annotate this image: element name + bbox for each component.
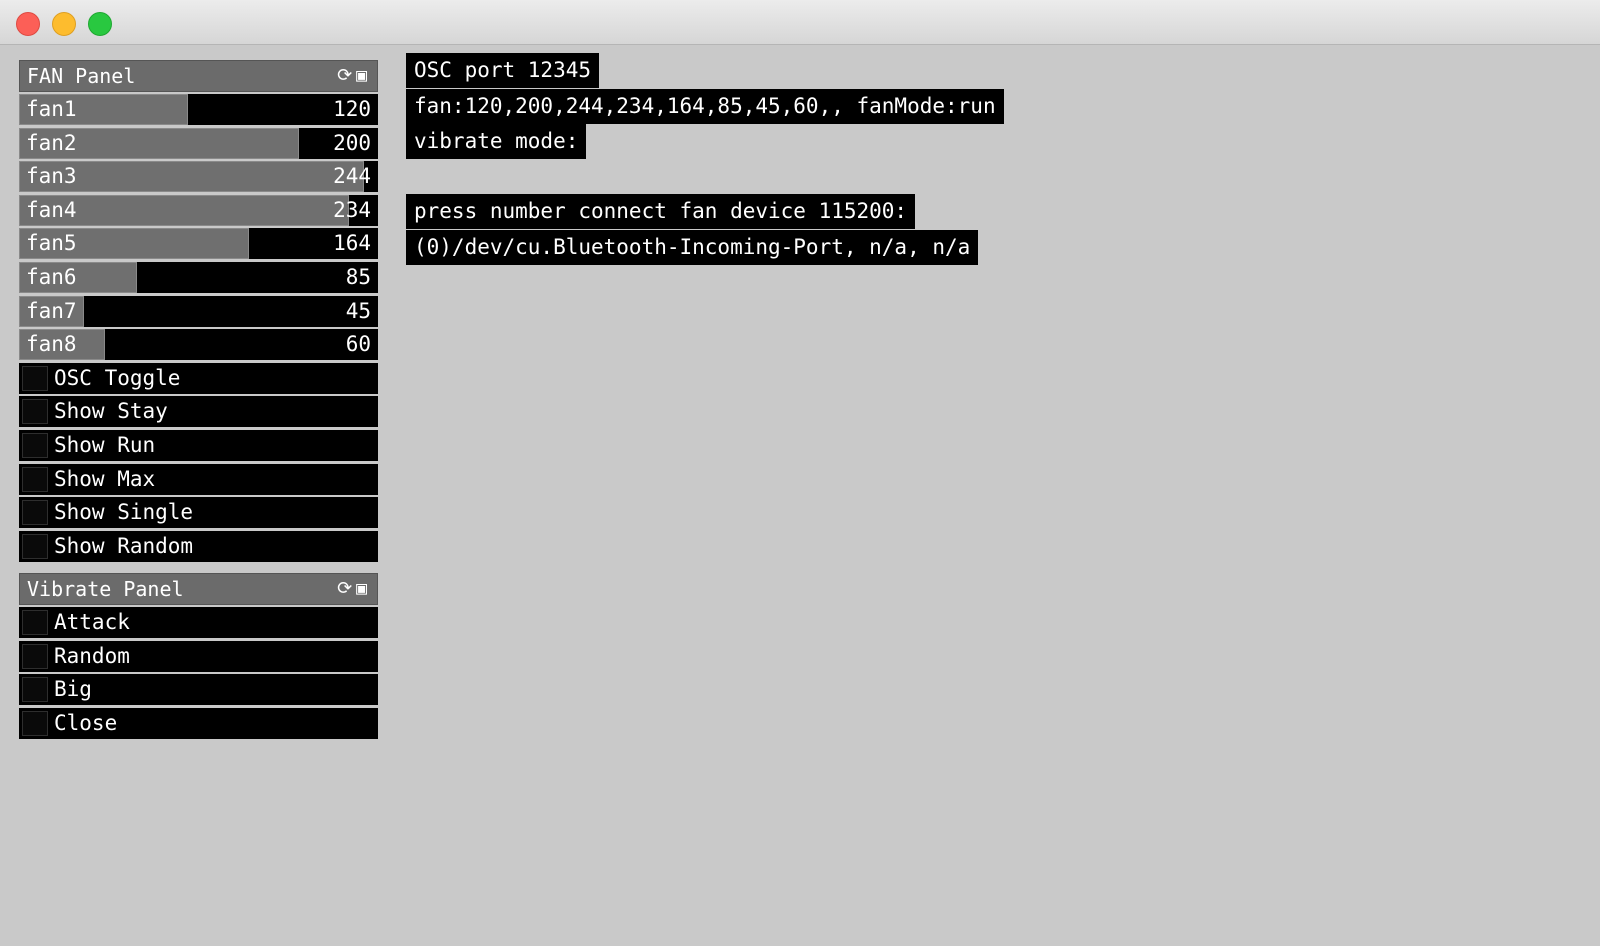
attack-toggle[interactable]: Attack: [19, 607, 378, 638]
toggle-label: Random: [54, 643, 130, 668]
slider-value: 244: [333, 164, 371, 189]
fan2-slider[interactable]: fan2 200: [19, 127, 378, 159]
fan-panel-title: FAN Panel: [27, 64, 136, 88]
toggle-label: Attack: [54, 610, 130, 634]
device-list-text: (0)/dev/cu.Bluetooth-Incoming-Port, n/a,…: [406, 229, 979, 265]
fan5-slider[interactable]: fan5 164: [19, 228, 378, 260]
fan1-slider[interactable]: fan1 120: [19, 94, 378, 125]
toggle-checkbox[interactable]: [22, 643, 48, 669]
fan-status-text: fan:120,200,244,234,164,85,45,60,, fanMo…: [406, 88, 1004, 124]
toggle-checkbox[interactable]: [22, 677, 48, 703]
toggle-checkbox[interactable]: [22, 466, 48, 492]
toggle-label: OSC Toggle: [54, 365, 181, 390]
toggle-checkbox[interactable]: [22, 399, 48, 425]
vibrate-panel-header[interactable]: Vibrate Panel ⟳▣: [19, 573, 378, 605]
osc-port-text: OSC port 12345: [406, 53, 600, 88]
toggle-label: Close: [54, 710, 118, 735]
toggle-checkbox[interactable]: [22, 533, 48, 559]
slider-value: 120: [333, 97, 371, 121]
panel-reset-save-icons[interactable]: ⟳▣: [337, 574, 371, 604]
show-run-toggle[interactable]: Show Run: [19, 429, 378, 461]
vibrate-panel-title: Vibrate Panel: [27, 577, 184, 601]
random-toggle[interactable]: Random: [19, 640, 378, 672]
toggle-label: Big: [54, 677, 92, 702]
toggle-checkbox[interactable]: [22, 500, 48, 526]
slider-value: 164: [333, 231, 371, 256]
fan8-slider[interactable]: fan8 60: [19, 329, 378, 361]
connect-prompt-text: press number connect fan device 115200:: [406, 194, 916, 229]
minimize-window-button[interactable]: [52, 12, 76, 36]
toggle-checkbox[interactable]: [22, 432, 48, 458]
close-window-button[interactable]: [16, 12, 40, 36]
device-console: press number connect fan device 115200: …: [406, 194, 979, 265]
slider-label: fan6: [26, 264, 77, 289]
slider-label: fan8: [26, 332, 77, 357]
fan6-slider[interactable]: fan6 85: [19, 261, 378, 293]
fan3-slider[interactable]: fan3 244: [19, 161, 378, 193]
panel-reset-save-icons[interactable]: ⟳▣: [337, 61, 371, 91]
slider-label: fan2: [26, 130, 77, 155]
big-toggle[interactable]: Big: [19, 674, 378, 706]
fan7-slider[interactable]: fan7 45: [19, 295, 378, 327]
vibrate-panel: Vibrate Panel ⟳▣ Attack Random Big Close: [19, 573, 378, 741]
toggle-checkbox[interactable]: [22, 365, 48, 391]
slider-value: 85: [345, 264, 371, 289]
slider-value: 60: [345, 332, 371, 357]
toggle-label: Show Single: [54, 500, 194, 525]
slider-label: fan1: [26, 97, 77, 121]
toggle-checkbox[interactable]: [22, 710, 48, 736]
slider-value: 234: [333, 197, 371, 222]
toggle-label: Show Random: [54, 533, 194, 558]
show-single-toggle[interactable]: Show Single: [19, 497, 378, 529]
app-window: FAN Panel ⟳▣ fan1 120 fan2 200 fan3 244 …: [0, 0, 1600, 946]
slider-label: fan4: [26, 197, 77, 222]
toggle-label: Show Run: [54, 432, 156, 457]
close-toggle[interactable]: Close: [19, 707, 378, 739]
toggle-checkbox[interactable]: [22, 610, 48, 635]
show-random-toggle[interactable]: Show Random: [19, 530, 378, 562]
show-max-toggle[interactable]: Show Max: [19, 463, 378, 495]
slider-label: fan5: [26, 231, 77, 256]
title-bar: [0, 0, 1600, 45]
slider-label: fan3: [26, 164, 77, 189]
osc-toggle[interactable]: OSC Toggle: [19, 362, 378, 394]
vibrate-mode-text: vibrate mode:: [406, 124, 587, 159]
show-stay-toggle[interactable]: Show Stay: [19, 396, 378, 428]
slider-value: 200: [333, 130, 371, 155]
slider-label: fan7: [26, 298, 77, 323]
slider-value: 45: [345, 298, 371, 323]
maximize-window-button[interactable]: [88, 12, 112, 36]
fan-panel-header[interactable]: FAN Panel ⟳▣: [19, 60, 378, 92]
toggle-label: Show Max: [54, 466, 156, 491]
toggle-label: Show Stay: [54, 399, 168, 424]
fan4-slider[interactable]: fan4 234: [19, 194, 378, 226]
status-console: OSC port 12345 fan:120,200,244,234,164,8…: [406, 53, 1004, 160]
fan-panel: FAN Panel ⟳▣ fan1 120 fan2 200 fan3 244 …: [19, 60, 378, 564]
